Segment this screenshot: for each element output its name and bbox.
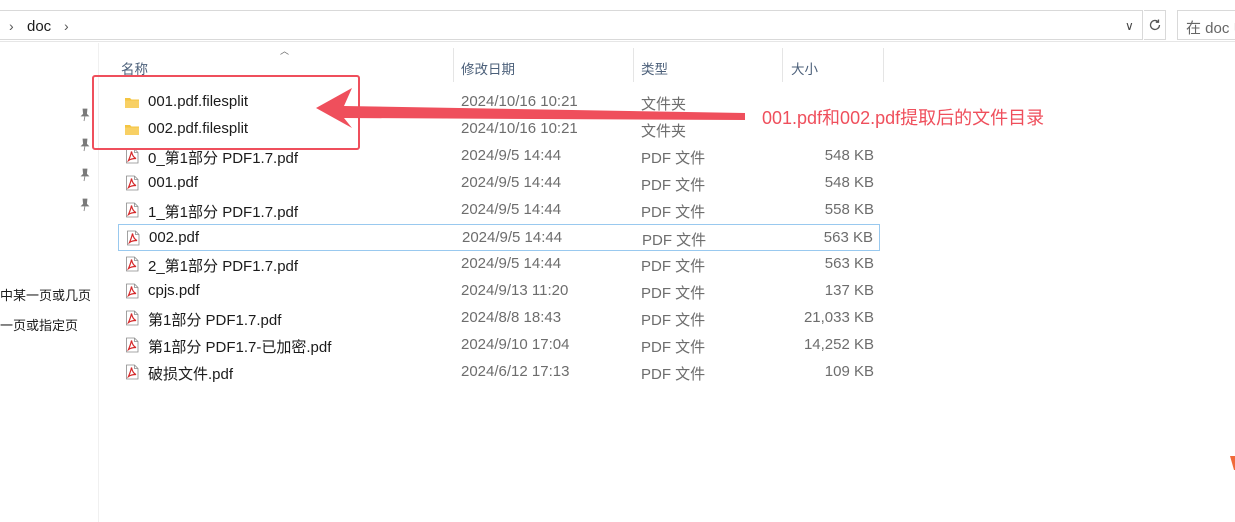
annotation-arrow bbox=[316, 88, 745, 128]
annotation-label: 001.pdf和002.pdf提取后的文件目录 bbox=[762, 108, 1045, 128]
corner-mark-icon bbox=[1230, 456, 1235, 470]
arrow-head-and-shaft bbox=[316, 88, 745, 128]
